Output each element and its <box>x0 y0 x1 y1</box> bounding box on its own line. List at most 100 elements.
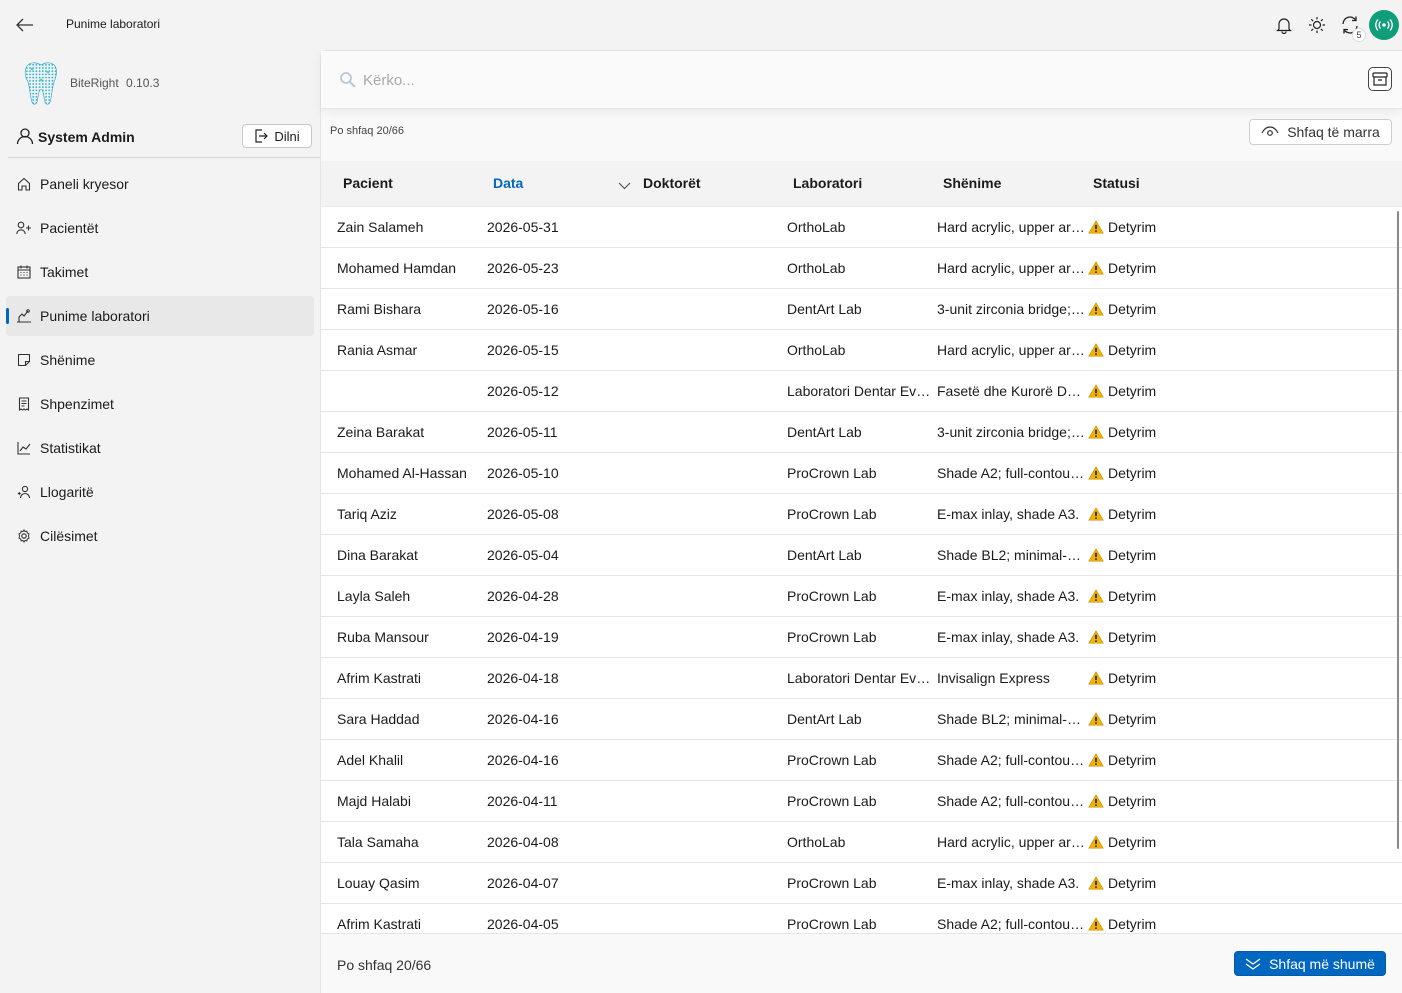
table-row[interactable]: Zain Salameh 2026-05-31 OrthoLab Hard acryl… <box>321 207 1402 248</box>
status-label: Detyrim <box>1108 424 1157 440</box>
sidebar-item-settings[interactable]: Cilësimet <box>6 516 314 556</box>
status-label: Detyrim <box>1108 301 1157 317</box>
cell-date: 2026-05-08 <box>487 506 559 522</box>
warning-icon <box>1088 220 1104 234</box>
cell-patient: Mohamed Hamdan <box>337 260 457 276</box>
cell-notes: Hard acrylic, upper arch. <box>937 219 1087 235</box>
title-bar: Punime laboratori 5 <box>0 0 1402 50</box>
cell-lab: OrthoLab <box>787 219 846 235</box>
cell-notes: E-max inlay, shade A3. <box>937 506 1080 522</box>
cell-status: Detyrim <box>1088 875 1208 891</box>
cell-notes: E-max inlay, shade A3. <box>937 588 1080 604</box>
table-row[interactable]: Sara Haddad 2026-04-16 DentArt Lab Shade BL… <box>321 699 1402 740</box>
status-label: Detyrim <box>1108 383 1157 399</box>
sync-button[interactable]: 5 <box>1333 9 1366 42</box>
show-more-button[interactable]: Shfaq më shumë <box>1234 951 1386 976</box>
arrow-left-icon <box>16 18 33 32</box>
status-label: Detyrim <box>1108 342 1157 358</box>
cell-patient: Adel Khalil <box>337 752 404 768</box>
status-label: Detyrim <box>1108 834 1157 850</box>
cell-notes: 3-unit zirconia bridge; shade <box>937 424 1087 440</box>
sidebar-item-notes[interactable]: Shënime <box>6 340 314 380</box>
sidebar-item-statistics[interactable]: Statistikat <box>6 428 314 468</box>
sidebar-item-appointments[interactable]: Takimet <box>6 252 314 292</box>
sidebar-item-label: Pacientët <box>40 220 99 236</box>
table-row[interactable]: Mohamed Hamdan 2026-05-23 OrthoLab Hard acr… <box>321 248 1402 289</box>
column-header-date[interactable]: Data <box>493 175 523 191</box>
cell-patient: Mohamed Al-Hassan <box>337 465 467 481</box>
table-row[interactable]: Rami Bishara 2026-05-16 DentArt Lab 3-unit … <box>321 289 1402 330</box>
cell-status: Detyrim <box>1088 793 1208 809</box>
column-header-doctors[interactable]: Doktorët <box>643 175 701 191</box>
cell-notes: Shade BL2; minimal-prep veneers <box>937 547 1087 563</box>
logout-button[interactable]: Dilni <box>242 124 312 148</box>
table-row[interactable]: Mohamed Al-Hassan 2026-05-10 ProCrown Lab S… <box>321 453 1402 494</box>
cell-date: 2026-04-19 <box>487 629 559 645</box>
connection-status-button[interactable] <box>1369 10 1399 40</box>
brand-name: BiteRight <box>70 76 119 90</box>
cell-date: 2026-04-18 <box>487 670 559 686</box>
cell-date: 2026-04-07 <box>487 875 559 891</box>
status-label: Detyrim <box>1108 752 1157 768</box>
notifications-button[interactable] <box>1267 9 1300 42</box>
sidebar-item-lab-work[interactable]: Punime laboratori <box>6 296 314 336</box>
cell-status: Detyrim <box>1088 588 1208 604</box>
cell-lab: DentArt Lab <box>787 547 862 563</box>
sidebar-nav: Paneli kryesor Pacientët Takimet Punime … <box>6 164 314 560</box>
cell-notes: Fasetë dhe Kurorë Dentare <box>937 383 1087 399</box>
sidebar-item-patients[interactable]: Pacientët <box>6 208 314 248</box>
search-input[interactable] <box>339 66 1359 94</box>
main-panel: Po shfaq 20/66 Shfaq të marra Pacient Da… <box>320 50 1402 993</box>
sidebar-item-label: Cilësimet <box>40 528 98 544</box>
column-header-notes[interactable]: Shënime <box>943 175 1001 191</box>
warning-icon <box>1088 794 1104 808</box>
back-button[interactable] <box>14 14 36 36</box>
table-body: Zain Salameh 2026-05-31 OrthoLab Hard acryl… <box>321 207 1402 933</box>
status-label: Detyrim <box>1108 260 1157 276</box>
warning-icon <box>1088 466 1104 480</box>
cell-notes: Hard acrylic, upper arch. <box>937 342 1087 358</box>
warning-icon <box>1088 548 1104 562</box>
table-row[interactable]: Tariq Aziz 2026-05-08 ProCrown Lab E-max in… <box>321 494 1402 535</box>
archive-icon <box>1372 72 1388 86</box>
sync-count-badge: 5 <box>1352 27 1366 42</box>
sidebar-item-label: Paneli kryesor <box>40 176 129 192</box>
sidebar-item-accounts[interactable]: Llogaritë <box>6 472 314 512</box>
cell-notes: Shade A2; full-contour zirconia <box>937 916 1087 932</box>
table-row[interactable]: Adel Khalil 2026-04-16 ProCrown Lab Shade A… <box>321 740 1402 781</box>
sidebar-item-label: Shpenzimet <box>40 396 114 412</box>
table-row[interactable]: Afrim Kastrati 2026-04-05 ProCrown Lab Shad… <box>321 904 1402 933</box>
theme-toggle-button[interactable] <box>1300 9 1333 42</box>
column-header-status[interactable]: Statusi <box>1093 175 1140 191</box>
chevron-down-icon[interactable] <box>618 177 631 195</box>
scrollbar[interactable] <box>1397 211 1399 849</box>
user-row: System Admin Dilni <box>8 120 320 158</box>
table-row[interactable]: Ruba Mansour 2026-04-19 ProCrown Lab E-max … <box>321 617 1402 658</box>
sidebar-item-dashboard[interactable]: Paneli kryesor <box>6 164 314 204</box>
table-row[interactable]: 2026-05-12 Laboratori Dentar Everest Faset… <box>321 371 1402 412</box>
table-row[interactable]: Majd Halabi 2026-04-11 ProCrown Lab Shade A… <box>321 781 1402 822</box>
receipt-icon <box>16 396 32 412</box>
column-header-lab[interactable]: Laboratori <box>793 175 862 191</box>
table-row[interactable]: Layla Saleh 2026-04-28 ProCrown Lab E-max i… <box>321 576 1402 617</box>
cell-lab: ProCrown Lab <box>787 506 877 522</box>
table-row[interactable]: Louay Qasim 2026-04-07 ProCrown Lab E-max i… <box>321 863 1402 904</box>
status-label: Detyrim <box>1108 629 1157 645</box>
show-taken-button[interactable]: Shfaq të marra <box>1249 119 1392 145</box>
table-row[interactable]: Zeina Barakat 2026-05-11 DentArt Lab 3-unit… <box>321 412 1402 453</box>
sidebar-item-expenses[interactable]: Shpenzimet <box>6 384 314 424</box>
column-header-patient[interactable]: Pacient <box>343 175 393 191</box>
table-row[interactable]: Afrim Kastrati 2026-04-18 Laboratori Denta… <box>321 658 1402 699</box>
status-label: Detyrim <box>1108 465 1157 481</box>
cell-date: 2026-04-08 <box>487 834 559 850</box>
table-row[interactable]: Tala Samaha 2026-04-08 OrthoLab Hard acryli… <box>321 822 1402 863</box>
double-chevron-down-icon <box>1245 957 1261 970</box>
cell-patient: Zeina Barakat <box>337 424 425 440</box>
table-row[interactable]: Dina Barakat 2026-05-04 DentArt Lab Shade B… <box>321 535 1402 576</box>
cell-notes: Shade A2; full-contour zirconia <box>937 465 1087 481</box>
archive-button[interactable] <box>1368 67 1392 91</box>
table-row[interactable]: Rania Asmar 2026-05-15 OrthoLab Hard acryli… <box>321 330 1402 371</box>
cell-status: Detyrim <box>1088 506 1208 522</box>
cell-status: Detyrim <box>1088 342 1208 358</box>
cell-notes: E-max inlay, shade A3. <box>937 875 1080 891</box>
